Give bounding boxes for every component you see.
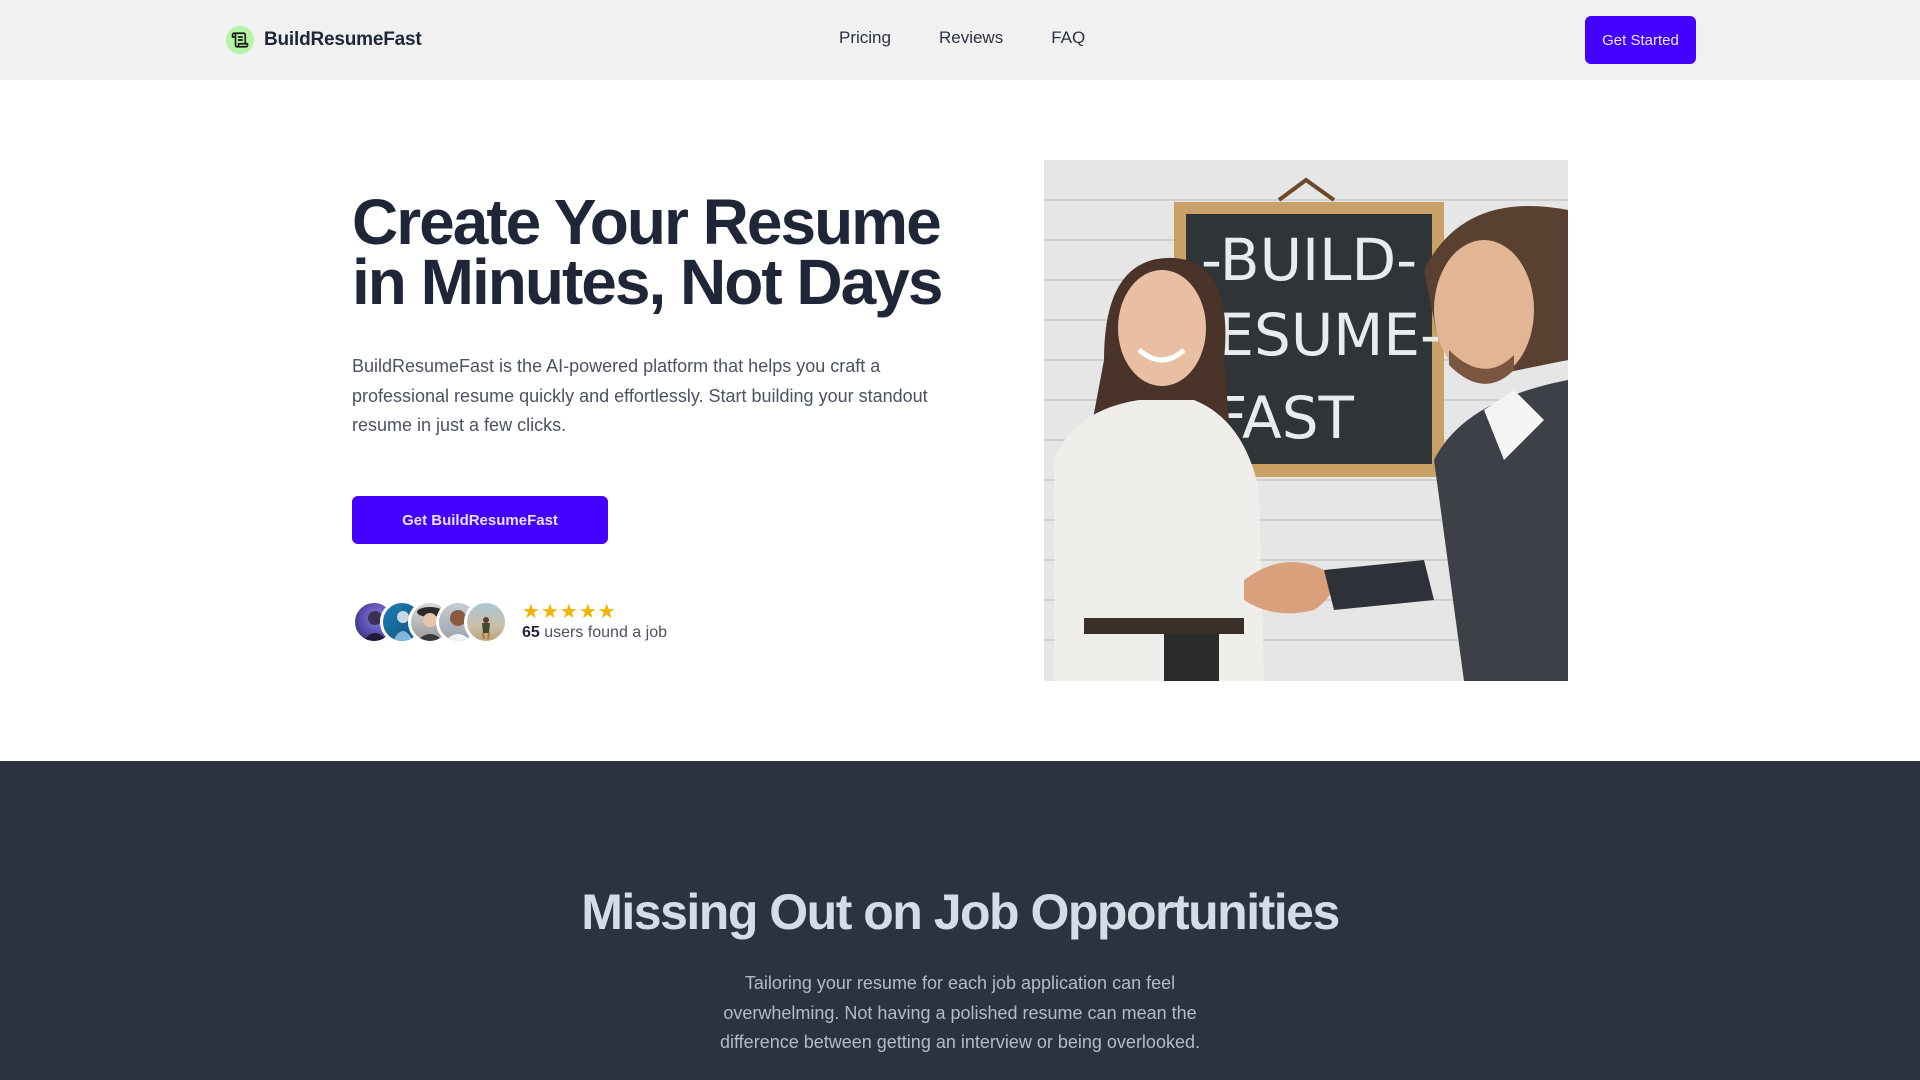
get-buildresumefast-button[interactable]: Get BuildResumeFast	[352, 496, 608, 544]
star-icon: ★	[597, 601, 616, 623]
user-count: 65	[522, 624, 540, 641]
nav-link-reviews[interactable]: Reviews	[939, 28, 1003, 48]
star-icon: ★	[578, 601, 597, 623]
star-icon: ★	[540, 601, 559, 623]
hero-title: Create Your Resume in Minutes, Not Days	[352, 190, 992, 314]
problem-title: Missing Out on Job Opportunities	[581, 884, 1340, 940]
chalkboard-line-1: -BUILD-	[1201, 226, 1417, 294]
rating-block: ★ ★ ★ ★ ★ 65 users found a job	[522, 602, 667, 642]
problem-description: Tailoring your resume for each job appli…	[720, 973, 1200, 1052]
logo-text: BuildResumeFast	[264, 29, 422, 50]
logo-link[interactable]: BuildResumeFast	[226, 26, 422, 54]
star-icon: ★	[522, 601, 540, 623]
social-proof: ★ ★ ★ ★ ★ 65 users found a job	[352, 600, 667, 644]
users-found-job-text: 65 users found a job	[522, 624, 667, 642]
get-started-button[interactable]: Get Started	[1585, 16, 1696, 64]
problem-section: Missing Out on Job Opportunities Tailori…	[0, 761, 1920, 1080]
avatar-group	[352, 600, 508, 644]
star-icon: ★	[559, 601, 578, 623]
main-nav: Pricing Reviews FAQ	[839, 28, 1085, 48]
hero-image: -BUILD- RESUME- FAST	[1044, 160, 1568, 681]
hero-description: BuildResumeFast is the AI-powered platfo…	[352, 356, 928, 435]
hero-title-line-2: in Minutes, Not Days	[352, 246, 943, 318]
handshake-illustration: -BUILD- RESUME- FAST	[1044, 160, 1568, 681]
avatar	[464, 600, 508, 644]
nav-link-faq[interactable]: FAQ	[1051, 28, 1085, 48]
users-found-job-label: users found a job	[539, 624, 667, 641]
star-rating: ★ ★ ★ ★ ★	[522, 602, 667, 622]
site-header: BuildResumeFast Pricing Reviews FAQ Get …	[0, 0, 1920, 80]
scroll-icon	[226, 26, 254, 54]
nav-link-pricing[interactable]: Pricing	[839, 28, 891, 48]
